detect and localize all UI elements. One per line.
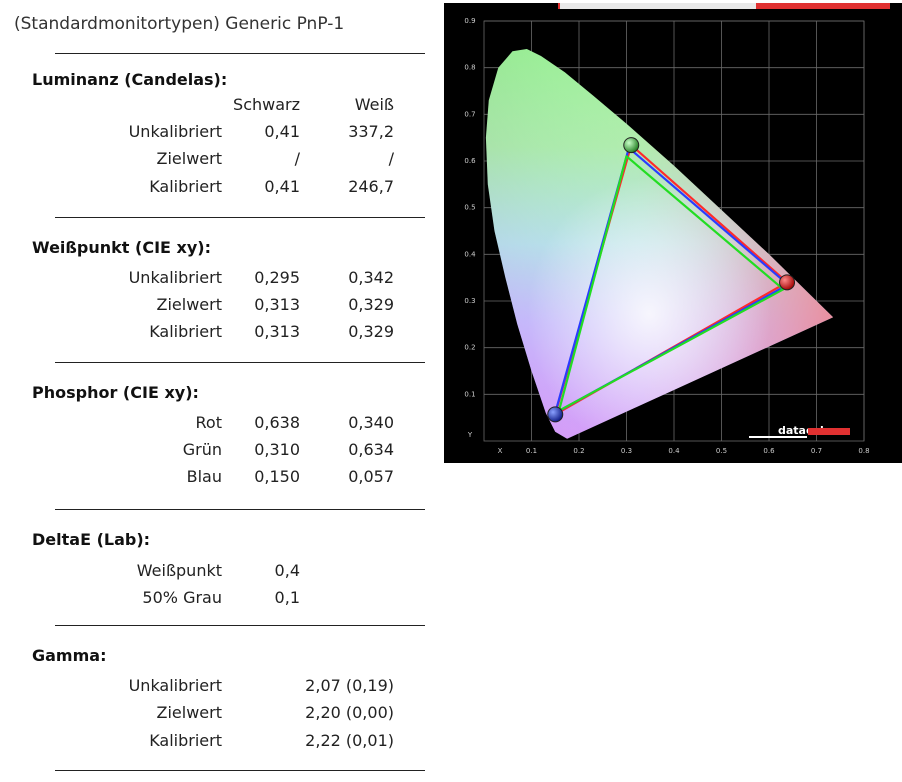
value: 0,1 — [274, 588, 300, 607]
x-tick-label: 0.6 — [763, 447, 775, 455]
row-label: Zielwert — [156, 703, 222, 722]
x-tick-label: 0.5 — [716, 447, 727, 455]
logo-bar — [808, 428, 850, 435]
phosphor-title: Phosphor (CIE xy): — [32, 383, 199, 402]
row-label: Unkalibriert — [128, 676, 222, 695]
value-white: 246,7 — [348, 177, 394, 196]
top-banner-white — [560, 3, 756, 9]
divider — [55, 217, 425, 218]
y-tick-label: 0.4 — [464, 250, 476, 258]
value-y: 0,342 — [348, 268, 394, 287]
y-tick-label: 0.3 — [464, 297, 475, 305]
divider — [55, 53, 425, 54]
x-axis-label: X — [498, 447, 503, 455]
y-tick-label: 0.7 — [464, 110, 475, 118]
row-label: Kalibriert — [149, 731, 222, 750]
whitepoint-title: Weißpunkt (CIE xy): — [32, 238, 211, 257]
value-x: 0,310 — [254, 440, 300, 459]
gamma-title: Gamma: — [32, 646, 107, 665]
value-x: 0,150 — [254, 467, 300, 486]
deltae-title: DeltaE (Lab): — [32, 530, 151, 549]
y-tick-label: 0.9 — [464, 17, 475, 25]
divider — [55, 625, 425, 626]
y-tick-label: 0.6 — [464, 157, 476, 165]
divider — [55, 362, 425, 363]
value-x: 0,313 — [254, 295, 300, 314]
row-label: Weißpunkt — [136, 561, 222, 580]
value-white: / — [388, 149, 394, 168]
row-label: Kalibriert — [149, 322, 222, 341]
primary-marker — [547, 406, 564, 423]
row-label: Zielwert — [156, 295, 222, 314]
x-tick-label: 0.8 — [858, 447, 869, 455]
row-label: Kalibriert — [149, 177, 222, 196]
calibration-report: (Standardmonitortypen) Generic PnP-1 Lum… — [0, 0, 440, 782]
divider — [55, 770, 425, 771]
value-y: 0,340 — [348, 413, 394, 432]
row-label: Zielwert — [156, 149, 222, 168]
y-tick-label: 0.1 — [464, 390, 475, 398]
x-tick-label: 0.1 — [526, 447, 537, 455]
value-black: 0,41 — [264, 177, 300, 196]
value: 2,07 (0,19) — [305, 676, 394, 695]
value: 2,20 (0,00) — [305, 703, 394, 722]
value-y: 0,057 — [348, 467, 394, 486]
row-label: Unkalibriert — [128, 122, 222, 141]
row-label: 50% Grau — [142, 588, 222, 607]
value: 2,22 (0,01) — [305, 731, 394, 750]
row-label: Grün — [182, 440, 222, 459]
row-label: Rot — [195, 413, 222, 432]
primary-marker — [779, 274, 796, 291]
x-tick-label: 0.7 — [811, 447, 822, 455]
cie-chromaticity-chart: 0.1 0.2 0.3 0.4 0.5 0.6 0.7 0.8 0.1 0.2 0.3 0.4 0.5 0… — [444, 3, 902, 463]
primary-marker — [623, 137, 640, 154]
col-header-black: Schwarz — [233, 95, 300, 114]
logo-underline — [749, 436, 807, 438]
divider — [55, 509, 425, 510]
value-y: 0,329 — [348, 322, 394, 341]
value-black: 0,41 — [264, 122, 300, 141]
value-black: / — [294, 149, 300, 168]
value-x: 0,638 — [254, 413, 300, 432]
row-label: Blau — [186, 467, 222, 486]
col-header-white: Weiß — [354, 95, 394, 114]
cie-chart-svg: 0.1 0.2 0.3 0.4 0.5 0.6 0.7 0.8 0.1 0.2 0.3 0.4 0.5 0… — [444, 3, 902, 463]
y-tick-label: 0.8 — [464, 64, 475, 72]
row-label: Unkalibriert — [128, 268, 222, 287]
y-tick-label: 0.5 — [464, 204, 475, 212]
value-y: 0,329 — [348, 295, 394, 314]
value-white: 337,2 — [348, 122, 394, 141]
value-x: 0,295 — [254, 268, 300, 287]
y-tick-label: 0.2 — [464, 344, 475, 352]
x-tick-label: 0.2 — [573, 447, 584, 455]
x-tick-label: 0.4 — [668, 447, 680, 455]
value-y: 0,634 — [348, 440, 394, 459]
luminance-title: Luminanz (Candelas): — [32, 70, 228, 89]
value-x: 0,313 — [254, 322, 300, 341]
x-tick-label: 0.3 — [621, 447, 632, 455]
monitor-name: (Standardmonitortypen) Generic PnP-1 — [14, 14, 345, 34]
y-axis-label: Y — [467, 431, 473, 439]
value: 0,4 — [274, 561, 300, 580]
